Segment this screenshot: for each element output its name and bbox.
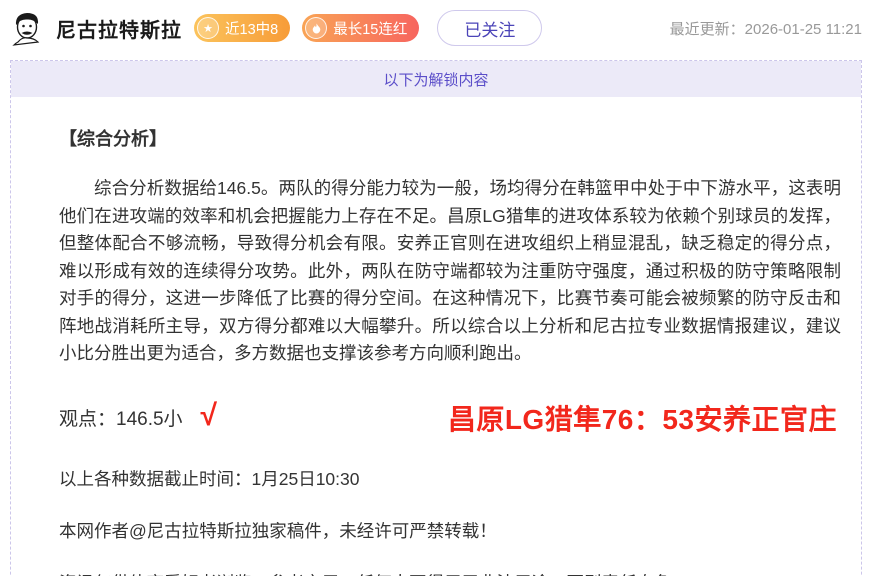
followed-button[interactable]: 已关注 xyxy=(437,10,542,46)
viewpoint-row: 观点：146.5小 √ 昌原LG猎隼76：53安养正官庄 xyxy=(59,398,841,438)
author-name: 尼古拉特斯拉 xyxy=(56,14,182,43)
data-deadline-text: 以上各种数据截止时间：1月25日10:30 xyxy=(59,466,841,491)
section-title: 【综合分析】 xyxy=(59,125,841,151)
author-avatar[interactable] xyxy=(8,9,46,47)
author-header: 尼古拉特斯拉 ★ 近13中8 最长15连红 已关注 最近更新：2026-01-2… xyxy=(0,0,874,56)
avatar-cartoon-face-icon xyxy=(8,9,46,47)
badge-longest-streak-label: 最长15连红 xyxy=(333,18,407,39)
analysis-article: 【综合分析】 综合分析数据给146.5。两队的得分能力较为一般，场均得分在韩篮甲… xyxy=(11,97,861,576)
last-updated-text: 最近更新：2026-01-25 11:21 xyxy=(670,18,862,39)
disclaimer-text: 资讯仅供体育爱好者浏览、参考之用。任何人不得用于非法用途，否则责任自负。 xyxy=(59,570,841,576)
analysis-paragraph: 综合分析数据给146.5。两队的得分能力较为一般，场均得分在韩篮甲中处于中下游水… xyxy=(59,175,841,368)
win-check-icon: √ xyxy=(201,401,217,431)
copyright-text: 本网作者@尼古拉特斯拉独家稿件，未经许可严禁转载！ xyxy=(59,518,841,543)
unlocked-content-box: 以下为解锁内容 【综合分析】 综合分析数据给146.5。两队的得分能力较为一般，… xyxy=(10,60,862,576)
viewpoint-text: 观点：146.5小 xyxy=(59,404,183,431)
final-score-text: 昌原LG猎隼76：53安养正官庄 xyxy=(448,398,837,438)
flame-icon xyxy=(305,17,327,39)
star-icon: ★ xyxy=(197,17,219,39)
badge-longest-streak: 最长15连红 xyxy=(302,14,419,42)
unlock-banner: 以下为解锁内容 xyxy=(11,61,861,97)
badge-recent-hits: ★ 近13中8 xyxy=(194,14,290,42)
badge-recent-hits-label: 近13中8 xyxy=(225,18,278,39)
